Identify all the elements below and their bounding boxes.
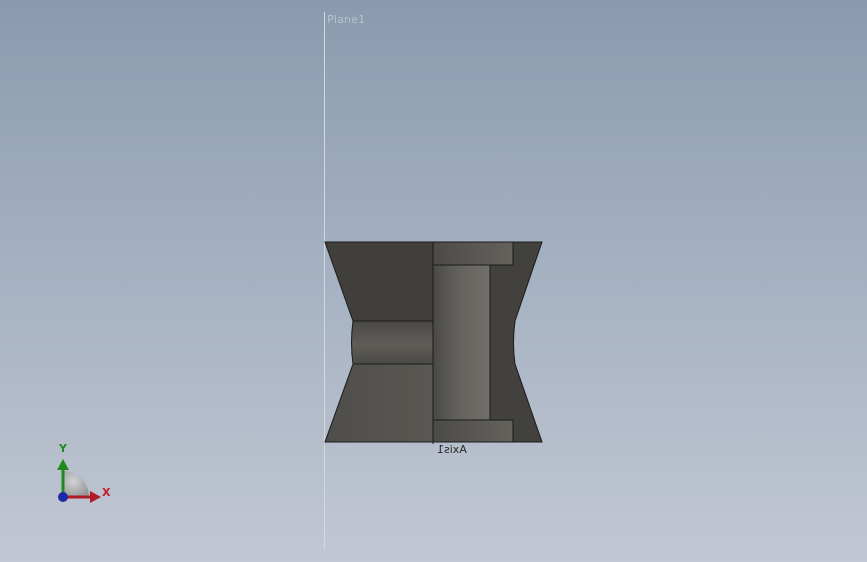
spool-top-flange[interactable]: [432, 241, 514, 266]
model-scene[interactable]: [0, 0, 867, 562]
spool-left-section[interactable]: [324, 241, 434, 443]
triad-z-axis-dot: [58, 492, 68, 502]
triad-y-arrowhead: [57, 459, 69, 470]
spool-right-section[interactable]: [432, 241, 543, 443]
graphics-viewport[interactable]: Plane1 Axis1 Y X: [0, 0, 867, 562]
triad-x-label: X: [102, 486, 111, 499]
spool-left-upper-face[interactable]: [324, 241, 434, 322]
triad-quarter-disc: [63, 471, 89, 497]
axis1-label[interactable]: Axis1: [437, 443, 467, 456]
plane1-label[interactable]: Plane1: [327, 13, 365, 26]
spool-bottom-flange[interactable]: [432, 419, 514, 443]
spool-left-lower-face[interactable]: [324, 363, 434, 443]
spool-left-bore-face[interactable]: [351, 320, 434, 365]
spool-inner-roller[interactable]: [432, 264, 491, 421]
triad-x-arrowhead: [90, 491, 101, 503]
orientation-triad[interactable]: [57, 459, 101, 503]
triad-y-label: Y: [59, 442, 67, 455]
